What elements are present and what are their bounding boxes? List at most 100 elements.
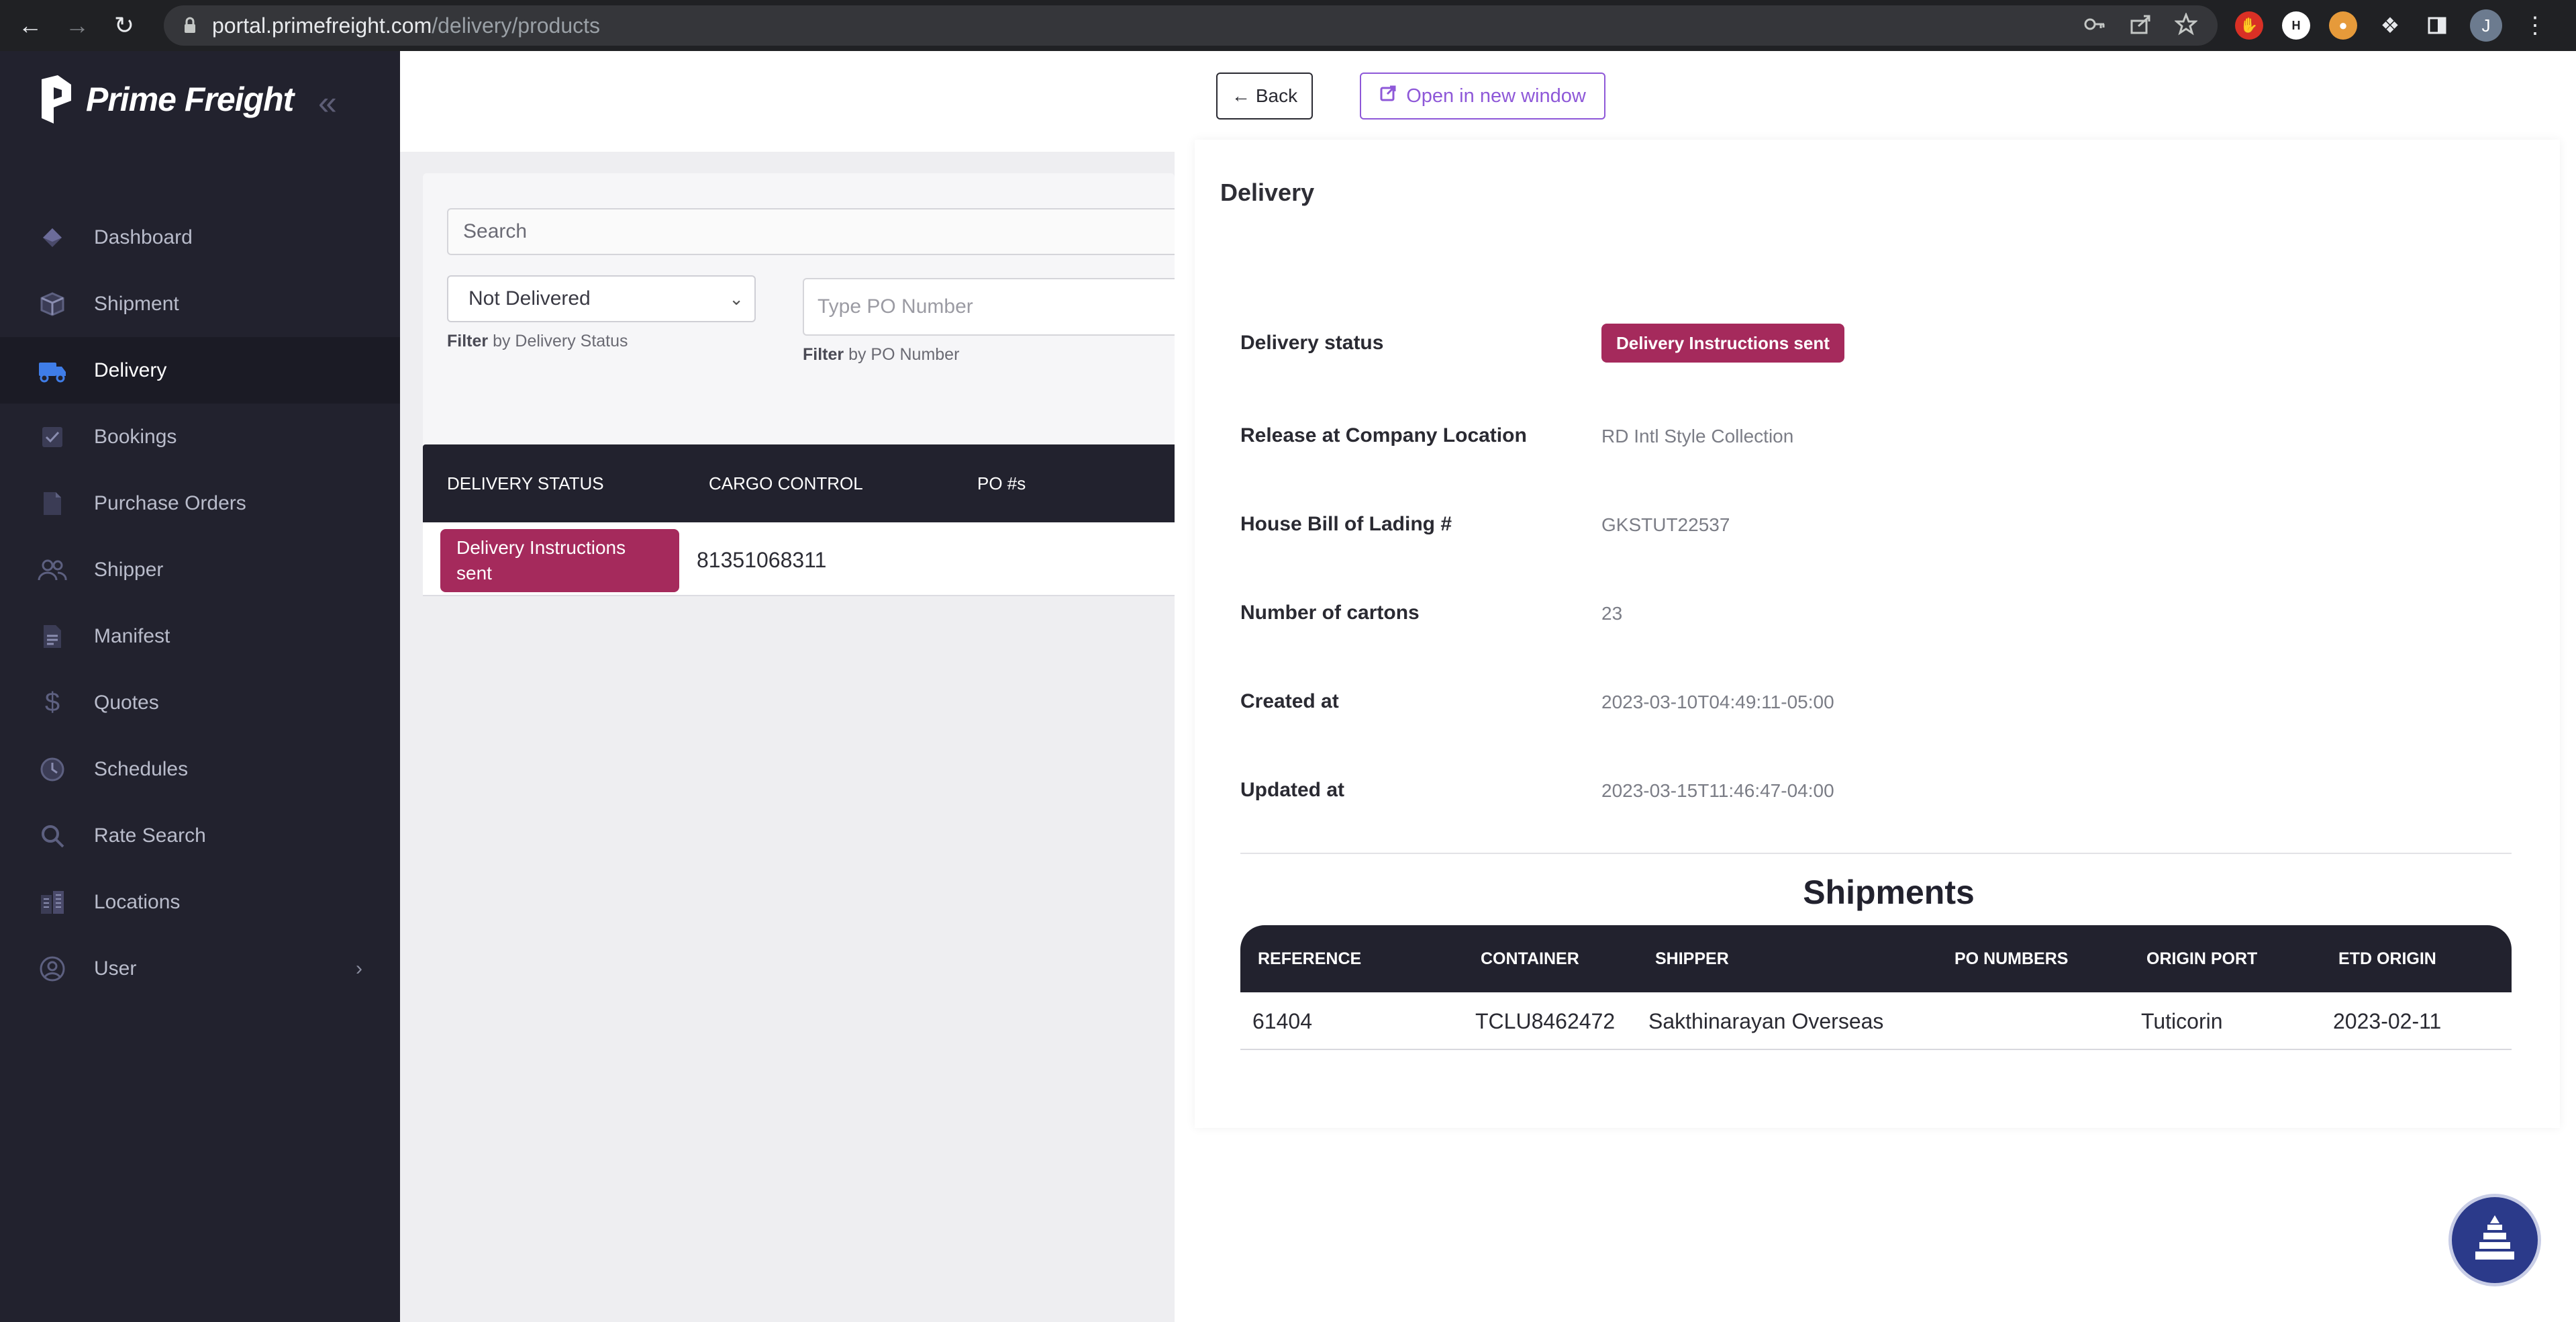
brand-logo[interactable]: Prime Freight (39, 75, 294, 124)
diamond-icon (38, 223, 67, 252)
collapse-sidebar-icon[interactable]: « (318, 83, 337, 122)
back-button[interactable]: ← Back (1216, 73, 1313, 120)
search-input[interactable]: Search (447, 208, 1199, 255)
browser-toolbar: ← → ↻ portal.primefreight.com/delivery/p… (0, 0, 2576, 51)
sidebar: Prime Freight « Dashboard Shipment Deliv… (0, 51, 400, 1322)
column-header[interactable]: ETD ORIGIN (2338, 925, 2436, 992)
forward-arrow-icon[interactable]: → (60, 9, 94, 42)
buildings-icon (38, 888, 67, 917)
delivery-table-header: DELIVERY STATUS CARGO CONTROL PO #s (423, 444, 1175, 522)
field-label-release-location: Release at Company Location (1240, 424, 1527, 446)
page-title: Delivery (1220, 179, 1315, 206)
share-icon[interactable] (2129, 13, 2152, 39)
sidebar-item-label: Purchase Orders (94, 491, 246, 514)
truck-icon (38, 356, 67, 385)
arrow-left-icon: ← (1231, 85, 1250, 106)
external-link-icon (1379, 85, 1397, 107)
cookie-extension-icon[interactable]: ● (2329, 11, 2357, 40)
sidebar-item-purchase-orders[interactable]: Purchase Orders (0, 470, 400, 536)
shipments-table: REFERENCE CONTAINER SHIPPER PO NUMBERS O… (1240, 925, 2512, 1050)
sidebar-item-label: Dashboard (94, 226, 193, 248)
field-value-house-bill: GKSTUT22537 (1601, 514, 1730, 535)
lock-icon (180, 15, 200, 36)
help-chat-button[interactable] (2448, 1194, 2541, 1286)
field-label-updated-at: Updated at (1240, 779, 1345, 801)
url-text: portal.primefreight.com/delivery/product… (212, 13, 601, 38)
address-bar[interactable]: portal.primefreight.com/delivery/product… (164, 5, 2218, 46)
document-icon (38, 489, 67, 518)
key-icon[interactable] (2083, 13, 2106, 39)
shipments-table-header: REFERENCE CONTAINER SHIPPER PO NUMBERS O… (1240, 925, 2512, 992)
users-icon (38, 555, 67, 585)
field-label-created-at: Created at (1240, 690, 1339, 712)
cargo-control-cell: 81351068311 (697, 548, 827, 572)
star-icon[interactable] (2174, 11, 2198, 39)
etd-origin-cell: 2023-02-11 (2333, 1008, 2442, 1033)
sidebar-item-label: Shipment (94, 292, 179, 315)
clock-icon (38, 755, 67, 784)
reference-cell: 61404 (1252, 1008, 1312, 1033)
search-icon (38, 821, 67, 851)
column-header[interactable]: ORIGIN PORT (2146, 925, 2257, 992)
lighthouse-icon (2475, 1215, 2514, 1260)
column-header[interactable]: DELIVERY STATUS (447, 473, 604, 494)
column-header[interactable]: SHIPPER (1655, 925, 1729, 992)
delivery-status-badge: Delivery Instructions sent (1601, 324, 1844, 363)
field-value-updated-at: 2023-03-15T11:46:47-04:00 (1601, 780, 1834, 801)
shipper-cell: Sakthinarayan Overseas (1648, 1008, 1884, 1033)
more-menu-icon[interactable]: ⋮ (2521, 11, 2549, 40)
prime-freight-logo-icon (42, 75, 71, 124)
column-header[interactable]: CARGO CONTROL (709, 473, 863, 494)
table-row[interactable]: 61404 TCLU8462472 Sakthinarayan Overseas… (1240, 992, 2512, 1050)
sidebar-item-label: User (94, 957, 137, 980)
sidebar-item-bookings[interactable]: Bookings (0, 404, 400, 470)
container-cell: TCLU8462472 (1475, 1008, 1616, 1033)
sidebar-item-shipper[interactable]: Shipper (0, 536, 400, 603)
sidebar-item-label: Quotes (94, 691, 159, 714)
divider (1240, 853, 2512, 854)
sidebar-item-locations[interactable]: Locations (0, 869, 400, 935)
dollar-icon: $ (44, 688, 60, 717)
sidebar-item-shipment[interactable]: Shipment (0, 271, 400, 337)
puzzle-extensions-icon[interactable]: ❖ (2376, 11, 2404, 40)
user-circle-icon (38, 954, 67, 984)
field-value-release-location: RD Intl Style Collection (1601, 426, 1794, 446)
column-header[interactable]: CONTAINER (1481, 925, 1579, 992)
sidebar-item-label: Schedules (94, 757, 189, 780)
field-value-created-at: 2023-03-10T04:49:11-05:00 (1601, 692, 1834, 712)
sidebar-item-user[interactable]: User › (0, 935, 400, 1002)
column-header[interactable]: PO #s (977, 473, 1026, 494)
status-filter-hint: Filter by Delivery Status (447, 332, 628, 350)
origin-port-cell: Tuticorin (2141, 1008, 2223, 1033)
sidebar-item-delivery[interactable]: Delivery (0, 337, 400, 404)
back-arrow-icon[interactable]: ← (13, 9, 47, 42)
open-new-window-button[interactable]: Open in new window (1360, 73, 1605, 120)
status-select-value: Not Delivered (468, 287, 591, 310)
brand-name: Prime Freight (86, 81, 294, 118)
field-label-house-bill: House Bill of Lading # (1240, 513, 1452, 535)
file-text-icon (38, 622, 67, 651)
shipments-heading: Shipments (1803, 874, 1975, 911)
field-label-delivery-status: Delivery status (1240, 332, 1384, 354)
sidebar-item-rate-search[interactable]: Rate Search (0, 802, 400, 869)
side-panel-icon[interactable] (2423, 11, 2451, 40)
sidebar-item-manifest[interactable]: Manifest (0, 603, 400, 669)
sidebar-item-dashboard[interactable]: Dashboard (0, 204, 400, 271)
column-header[interactable]: REFERENCE (1258, 925, 1361, 992)
field-label-cartons: Number of cartons (1240, 602, 1420, 624)
delivery-table: DELIVERY STATUS CARGO CONTROL PO #s Deli… (423, 444, 1175, 596)
status-badge: Delivery Instructions sent (440, 529, 679, 592)
delivery-status-select[interactable]: Not Delivered ⌄ (447, 275, 756, 322)
sidebar-item-label: Rate Search (94, 824, 206, 847)
sidebar-menu: Dashboard Shipment Delivery Bookings Pur… (0, 204, 400, 1002)
sidebar-item-schedules[interactable]: Schedules (0, 736, 400, 802)
sidebar-item-quotes[interactable]: $ Quotes (0, 669, 400, 736)
profile-avatar[interactable]: J (2470, 9, 2502, 42)
extension-h-icon[interactable]: H (2282, 11, 2310, 40)
table-row[interactable]: Delivery Instructions sent 81351068311 (423, 522, 1175, 596)
stop-hand-extension-icon[interactable]: ✋ (2235, 11, 2263, 40)
column-header[interactable]: PO NUMBERS (1954, 925, 2068, 992)
reload-icon[interactable]: ↻ (107, 9, 141, 42)
po-number-input[interactable]: Type PO Number (803, 278, 1205, 336)
top-bar (400, 51, 1175, 152)
